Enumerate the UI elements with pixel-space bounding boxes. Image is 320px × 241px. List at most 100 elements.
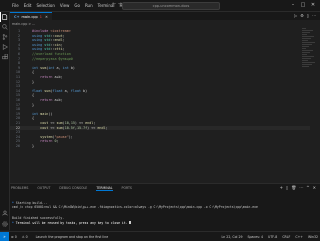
- line-number: 20: [15, 116, 20, 121]
- menu-item-edit[interactable]: Edit: [24, 3, 32, 8]
- tab-main-cpp[interactable]: C+ main.cpp 1 ✕: [10, 12, 52, 20]
- platform[interactable]: Win32: [308, 235, 318, 239]
- menu-item-view[interactable]: View: [60, 3, 70, 8]
- code-token: 15.7f: [76, 125, 88, 130]
- line-number: 26: [15, 144, 20, 148]
- indentation[interactable]: Spaces: 4: [248, 235, 264, 239]
- line-number: 7: [17, 56, 20, 61]
- close-panel-icon[interactable]: ✕: [313, 185, 316, 190]
- code-line[interactable]: 3 using std::endl;: [10, 38, 310, 42]
- maximize-icon[interactable]: □: [298, 0, 308, 11]
- code-line[interactable]: 7 //перегрузка функций: [10, 57, 310, 61]
- account-icon[interactable]: [0, 208, 9, 218]
- split-terminal-icon[interactable]: ▯: [286, 185, 288, 190]
- code-line[interactable]: 18: [10, 107, 310, 111]
- code-line[interactable]: 4 using std::cin;: [10, 43, 310, 47]
- panel-tab-ports[interactable]: PORTS: [122, 186, 132, 190]
- language-mode[interactable]: C++: [295, 235, 303, 239]
- menu-item-run[interactable]: Run: [85, 3, 93, 8]
- code-line[interactable]: 10 {: [10, 70, 310, 74]
- code-line[interactable]: 26}: [10, 144, 310, 148]
- code-line[interactable]: 17}: [10, 103, 310, 107]
- minimap-line: [302, 46, 309, 47]
- line-ending[interactable]: CRLF: [282, 235, 290, 239]
- code-line[interactable]: 5 using std::ctti;: [10, 47, 310, 51]
- encoding[interactable]: UTF-8: [268, 235, 277, 239]
- trash-icon[interactable]: 🗑: [291, 185, 296, 190]
- more-icon[interactable]: ⋯: [299, 185, 303, 190]
- search-icon[interactable]: [0, 22, 9, 32]
- command-center-search[interactable]: cpp-uncommon-docs: [122, 2, 220, 10]
- code-line[interactable]: 19 int main(): [10, 112, 310, 116]
- code-line[interactable]: 9 int sum(int a, int b): [10, 66, 310, 70]
- tab-close-icon[interactable]: ✕: [45, 15, 48, 19]
- line-number: 3: [17, 38, 20, 43]
- minimap[interactable]: [302, 28, 316, 68]
- add-terminal-icon[interactable]: +: [280, 185, 283, 190]
- panel-tab-output[interactable]: OUTPUT: [37, 186, 50, 190]
- title-bar: FileEditSelectionViewGoRunTerminalHelp ←…: [0, 0, 320, 12]
- code-token: return: [40, 139, 55, 144]
- minimap-line: [302, 58, 311, 59]
- error-count: 0: [14, 234, 17, 239]
- code-line[interactable]: 12}: [10, 80, 310, 84]
- launch-hint[interactable]: Launch the program and stop on the first…: [36, 235, 109, 239]
- extensions-icon[interactable]: [0, 52, 9, 62]
- code-token: ) <<: [87, 125, 98, 130]
- run-debug-icon[interactable]: [0, 42, 9, 52]
- code-line[interactable]: 11 return a+b;: [10, 75, 310, 79]
- panel-tab-debug-console[interactable]: DEBUG CONSOLE: [59, 186, 87, 190]
- gear-icon[interactable]: [0, 219, 9, 229]
- warning-count: 0: [25, 234, 28, 239]
- code-token: a+b;: [54, 98, 63, 102]
- menu-item-file[interactable]: File: [12, 3, 19, 8]
- code-line[interactable]: 20 {: [10, 116, 310, 120]
- close-icon[interactable]: ✕: [308, 0, 318, 11]
- panel-tab-problems[interactable]: PROBLEMS: [11, 186, 28, 190]
- code-line[interactable]: 24 system("pause");: [10, 135, 310, 139]
- nav-arrows-icon[interactable]: ← →: [112, 1, 122, 7]
- code-token: using: [32, 42, 45, 47]
- run-icon[interactable]: ▷: [294, 13, 297, 18]
- code-line[interactable]: 1 #include <iostream>: [10, 29, 310, 33]
- minimap-line: [302, 38, 311, 39]
- line-number: 8: [17, 61, 20, 66]
- code-line[interactable]: 22 cout << sum(10.5f,15.7f) << endl;: [10, 125, 310, 130]
- code-token: return: [40, 98, 55, 102]
- source-control-icon[interactable]: [0, 32, 9, 42]
- code-line[interactable]: 2 using std::cout;: [10, 34, 310, 38]
- menu-item-go[interactable]: Go: [74, 3, 80, 8]
- explorer-icon[interactable]: [0, 12, 9, 22]
- code-token: //overload function: [32, 52, 71, 56]
- code-line[interactable]: 16 return a+b;: [10, 98, 310, 102]
- cpp-file-icon: C+: [14, 14, 20, 19]
- problems-status[interactable]: ⊗ 0 ⚠ 0: [11, 235, 32, 239]
- panel-tab-terminal[interactable]: TERMINAL: [96, 186, 113, 191]
- code-line[interactable]: 13: [10, 84, 310, 88]
- minimize-icon[interactable]: –: [288, 0, 298, 11]
- code-token: int: [62, 65, 71, 70]
- code-token: using: [32, 38, 45, 43]
- code-line[interactable]: 14 float sum(float a, float b): [10, 89, 310, 93]
- more-actions-icon[interactable]: ⋯: [312, 13, 316, 18]
- code-editor[interactable]: 1 #include <iostream> 2 using std::cout; 3us…: [10, 28, 320, 182]
- code-line[interactable]: 25 return 0;: [10, 139, 310, 143]
- code-line[interactable]: 21 cout << sum(10,15) << endl;: [10, 121, 310, 125]
- split-editor-icon[interactable]: ▯: [307, 13, 309, 18]
- code-line[interactable]: 6 //overload function: [10, 52, 310, 56]
- line-number: 23: [15, 130, 20, 135]
- terminal-output[interactable]: * Starting build... cmd /c chcp 65001>nul…: [12, 196, 312, 234]
- settings-icon[interactable]: ⚙: [300, 13, 304, 18]
- code-line[interactable]: 23: [10, 130, 310, 134]
- menu-item-selection[interactable]: Selection: [36, 3, 54, 8]
- terminal-line-5: Terminal will be reused by tasks, press …: [15, 220, 128, 225]
- maximize-panel-icon[interactable]: ^: [306, 185, 309, 190]
- minimap-line: [302, 34, 307, 35]
- breadcrumb[interactable]: main.cpp > ...: [12, 21, 35, 27]
- cursor-position[interactable]: Ln 22, Col 29: [221, 235, 242, 239]
- code-line[interactable]: 15 {: [10, 93, 310, 97]
- minimap-line: [302, 44, 312, 45]
- code-line[interactable]: 8: [10, 61, 310, 65]
- editor-tab-bar: C+ main.cpp 1 ✕: [10, 12, 320, 20]
